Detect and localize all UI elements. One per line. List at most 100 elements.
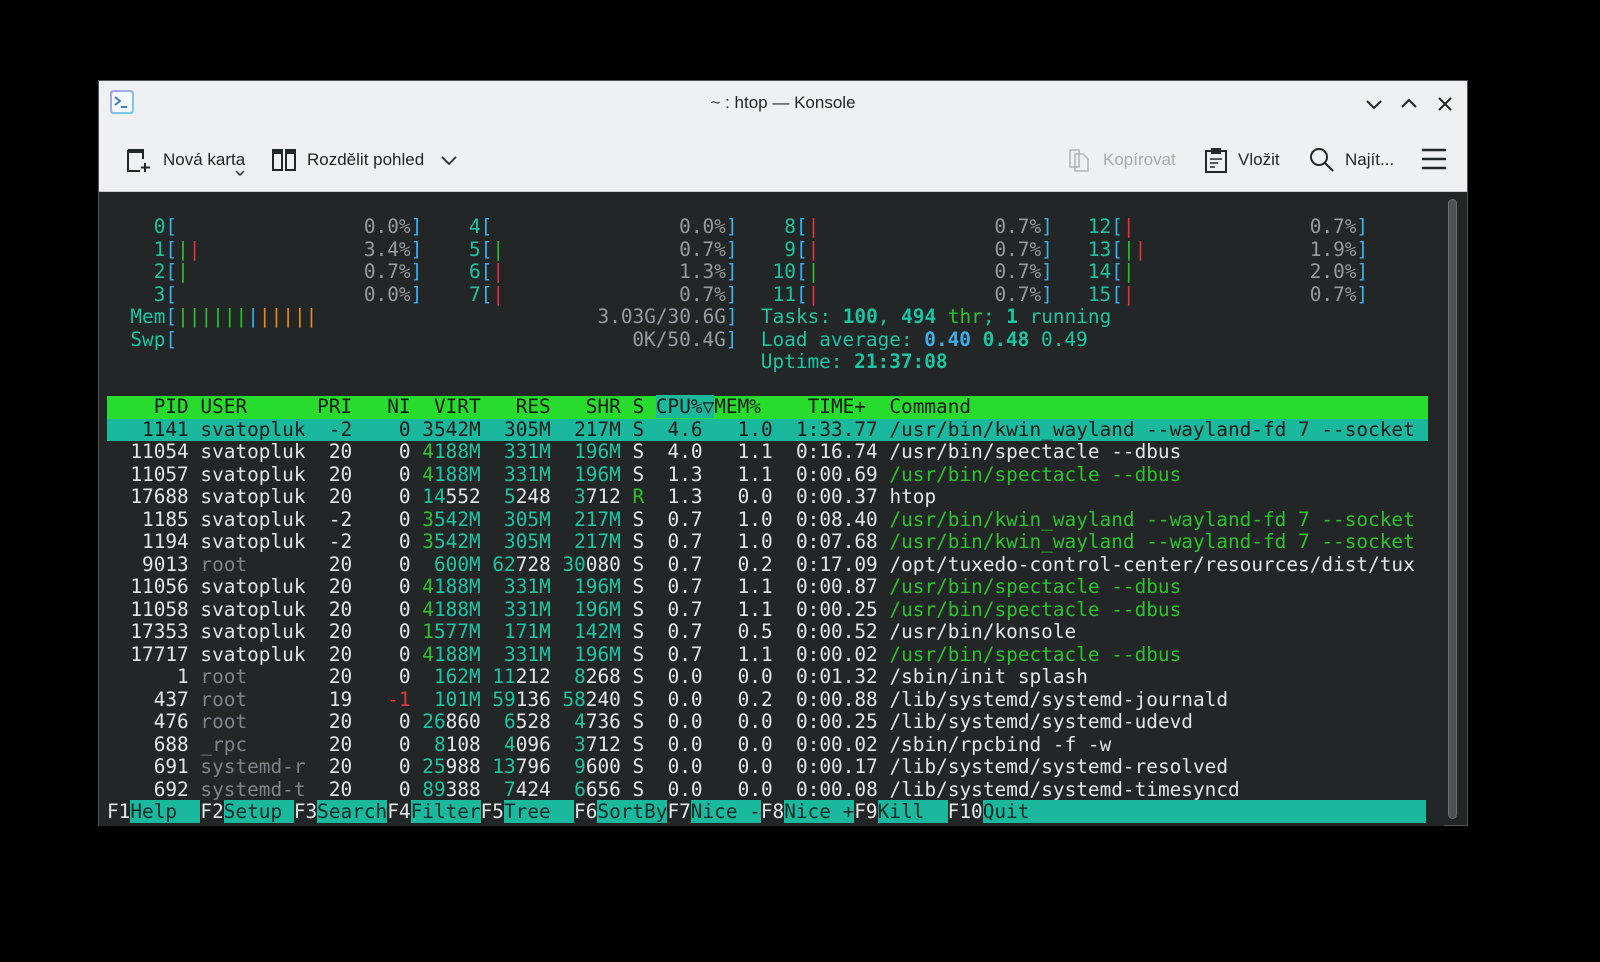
copy-icon — [1069, 149, 1089, 172]
meter-bar: | — [200, 305, 213, 328]
res-cell: 728 — [515, 552, 551, 576]
copy-button[interactable]: Kopírovat — [1067, 143, 1176, 177]
load-label: Load average: — [760, 327, 925, 351]
close-button[interactable] — [1432, 91, 1458, 117]
cpu-cell: 0.7 — [667, 552, 703, 576]
mem-cell: 1.0 — [737, 530, 773, 553]
time-cell: 0:00.02 — [796, 642, 878, 666]
pid-cell: 17353 — [130, 620, 189, 643]
res-cell: 305M — [504, 530, 551, 553]
res-cell: 331M — [504, 440, 551, 463]
res-cell: 136 — [515, 687, 551, 711]
process-row[interactable]: 11058 svatopluk 20 0 4188M 331M 196M S 0… — [107, 597, 1181, 622]
pid-cell: 11056 — [130, 575, 189, 598]
function-key-bar: F1Help F2Setup F3SearchF4FilterF5Tree F6… — [107, 800, 1427, 824]
pid-cell: 9013 — [142, 552, 189, 576]
user-cell: svatopluk — [200, 507, 306, 531]
process-row[interactable]: 9013 root 20 0 600M 62728 30080 S 0.7 0.… — [107, 552, 1415, 577]
process-table-header[interactable]: PID USER PRI NI VIRT RES SHR S CPU%▽MEM%… — [107, 395, 1428, 419]
meter-value: 0.7% — [994, 260, 1042, 283]
pid-cell: 1 — [177, 665, 189, 688]
fkey-label-f6[interactable]: SortBy — [597, 800, 668, 823]
meter-bar: | — [235, 305, 248, 328]
command-cell: /usr/bin/kwin_wayland --wayland-fd 7 --s… — [889, 417, 1415, 441]
process-row[interactable]: 11054 svatopluk 20 0 4188M 331M 196M S 4… — [107, 440, 1181, 464]
fkey-label-f5[interactable]: Tree — [503, 800, 575, 823]
cpu-meter-row: 1[|| 3.4%] 5[| 0.7%] 9[| 0.7%] 13[|| 1.9… — [107, 237, 1368, 262]
pid-cell: 1185 — [142, 507, 189, 531]
terminal-view[interactable]: 0[ 0.0%] 4[ 0.0%] 8[| 0.7%] 12[| 0.7%] 1… — [99, 192, 1444, 826]
fkey-label-f10[interactable]: Quit — [982, 800, 1427, 823]
meter-bar: | — [1122, 260, 1135, 283]
maximize-button[interactable] — [1396, 91, 1422, 117]
fkey-label-f8[interactable]: Nice + — [784, 800, 855, 823]
shr-cell: 3 — [574, 485, 586, 508]
pid-cell: 476 — [153, 710, 189, 733]
fkey-label-f1[interactable]: Help — [130, 800, 201, 823]
process-row[interactable]: 11057 svatopluk 20 0 4188M 331M 196M S 1… — [107, 462, 1182, 487]
fkey-label-f3[interactable]: Search — [317, 800, 388, 823]
process-row[interactable]: 17688 svatopluk 20 0 14552 5248 3712 R 1… — [107, 485, 936, 509]
pid-cell: 688 — [153, 732, 189, 756]
process-row[interactable]: 1 root 20 0 162M 11212 8268 S 0.0 0.0 0:… — [107, 665, 1088, 689]
command-cell: /usr/bin/spectacle --dbus — [889, 575, 1182, 598]
chevron-down-icon[interactable] — [440, 154, 458, 166]
nice-cell: 0 — [398, 642, 411, 666]
res-cell: 424 — [515, 777, 551, 801]
process-row[interactable]: 17353 svatopluk 20 0 1577M 171M 142M S 0… — [107, 620, 1076, 644]
command-cell: /sbin/rpcbind -f -w — [889, 732, 1112, 756]
find-button[interactable]: Najít... — [1309, 143, 1394, 177]
mem-cell: 1.1 — [737, 462, 773, 486]
time-cell: 0:00.52 — [796, 620, 878, 643]
new-tab-button[interactable]: Nová karta — [125, 143, 245, 177]
fkey-label-f4[interactable]: Filter — [410, 800, 481, 823]
nice-cell: 0 — [398, 462, 411, 486]
process-row[interactable]: 11056 svatopluk 20 0 4188M 331M 196M S 0… — [107, 575, 1182, 599]
cpu-meter-row: 0[ 0.0%] 4[ 0.0%] 8[| 0.7%] 12[| 0.7%] — [107, 215, 1368, 239]
hamburger-menu-icon[interactable] — [1421, 147, 1447, 171]
process-row[interactable]: 691 systemd-r 20 0 25988 13796 9600 S 0.… — [107, 755, 1228, 779]
toolbar: Nová karta Rozdělit pohled Kopírovat Vlo… — [99, 129, 1467, 192]
res-cell: 331M — [504, 462, 551, 486]
virt-cell: 3 — [422, 530, 434, 553]
res-cell: 6 — [504, 710, 516, 733]
virt-cell: 577M — [433, 620, 481, 643]
process-row[interactable]: 476 root 20 0 26860 6528 4736 S 0.0 0.0 … — [107, 710, 1193, 734]
process-row[interactable]: 437 root 19 -1 101M 59136 58240 S 0.0 0.… — [107, 687, 1228, 712]
command-cell: /usr/bin/spectacle --dbus — [889, 462, 1182, 486]
mem-cell: 1.1 — [737, 597, 773, 621]
meter-value: 2.0% — [1309, 260, 1357, 283]
meter-value: 1.9% — [1309, 237, 1357, 261]
virt-cell: 542M — [433, 530, 481, 553]
process-row-selected[interactable]: 1141 svatopluk -2 0 3542M 305M 217M S 4.… — [107, 417, 1428, 441]
split-view-button[interactable]: Rozdělit pohled — [271, 143, 458, 177]
process-row[interactable]: 1185 svatopluk -2 0 3542M 305M 217M S 0.… — [107, 507, 1415, 532]
shr-cell: 656 — [585, 777, 621, 801]
process-row[interactable]: 1194 svatopluk -2 0 3542M 305M 217M S 0.… — [107, 530, 1415, 554]
process-row[interactable]: 17717 svatopluk 20 0 4188M 331M 196M S 0… — [107, 642, 1181, 667]
priority-cell: -2 — [328, 507, 353, 531]
column-pri: PRI — [317, 395, 353, 418]
meter-bar: | — [212, 305, 224, 328]
res-cell: 171M — [504, 620, 551, 643]
shr-cell: 600 — [585, 755, 621, 778]
pid-cell: 11054 — [130, 440, 189, 463]
meter-bar: | — [223, 305, 236, 328]
terminal-scrollbar[interactable] — [1448, 199, 1457, 819]
minimize-button[interactable] — [1361, 91, 1387, 117]
nice-cell: 0 — [398, 732, 411, 756]
paste-icon — [1205, 148, 1227, 173]
meter-value: 0.7% — [679, 282, 726, 306]
paste-button[interactable]: Vložit — [1204, 143, 1280, 177]
priority-cell: 20 — [328, 575, 353, 598]
user-cell: svatopluk — [200, 485, 306, 508]
column-command: Command — [889, 395, 972, 418]
process-row[interactable]: 692 systemd-t 20 0 89388 7424 6656 S 0.0… — [107, 777, 1240, 802]
fkey-label-f9[interactable]: Kill — [877, 800, 948, 823]
fkey-label-f7[interactable]: Nice - — [690, 800, 761, 823]
cpu-meter-row: 2[| 0.7%] 6[| 1.3%] 10[| 0.7%] 14[| 2.0%… — [107, 260, 1368, 284]
process-row[interactable]: 688 _rpc 20 0 8108 4096 3712 S 0.0 0.0 0… — [107, 732, 1112, 757]
fkey-label-f2[interactable]: Setup — [223, 800, 294, 823]
new-tab-dropdown-icon[interactable] — [235, 169, 245, 177]
title-bar[interactable]: ~ : htop — Konsole — [99, 81, 1467, 129]
